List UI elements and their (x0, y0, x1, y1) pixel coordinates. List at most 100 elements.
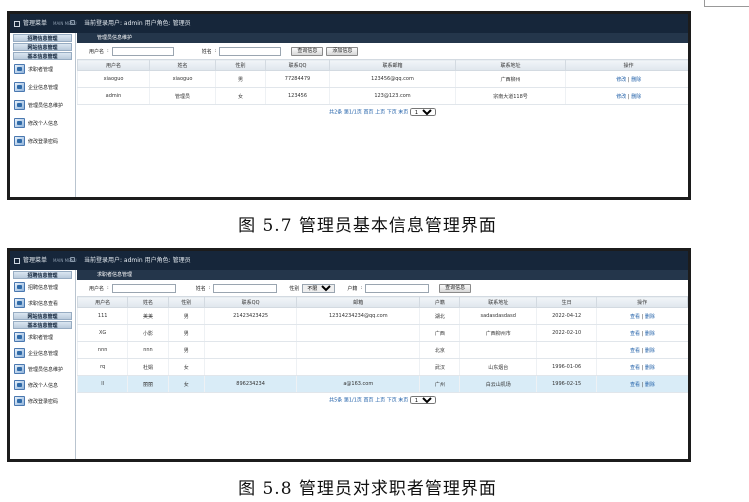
figure-caption: 图 5.8 管理员对求职者管理界面 (238, 479, 497, 499)
folder-icon (14, 298, 25, 308)
sidebar: 招聘信息管理 网站信息管理 基本信息管理 求职者管理 企业信息管理 管理员信息维… (10, 33, 76, 197)
view-link[interactable]: 查看 (630, 365, 640, 371)
table-row: nnn nnn 男 北京 查看 | 删除 (76, 341, 688, 359)
username-input[interactable] (111, 46, 174, 56)
delete-link[interactable]: 删除 (631, 94, 641, 100)
screenshot-admin-info: 管理菜单 MAIN MENU 当前登录用户: admin 用户角色: 管理员 招… (7, 11, 691, 200)
folder-icon (14, 364, 25, 374)
username-label: 用户名 (89, 285, 105, 292)
sidebar-head-recruit[interactable]: 招聘信息管理 (13, 271, 72, 279)
sidebar-head-recruit[interactable]: 招聘信息管理 (13, 34, 72, 42)
folder-icon (14, 118, 25, 128)
menu-title: 管理菜单 MAIN MENU (14, 14, 77, 33)
pager-text[interactable]: 共5条 第1/1页 首页 上页 下页 末页 (329, 398, 408, 404)
pager: 共2条 第1/1页 首页 上页 下页 末页 1 (77, 105, 688, 116)
sidebar-item-recruit-manage[interactable]: 招聘信息管理 (10, 279, 75, 295)
sidebar-item-profile[interactable]: 修改个人信息 (10, 114, 75, 132)
page-corner-mark (704, 0, 749, 7)
panel-title: 管理员信息维护 (77, 33, 688, 43)
name-input[interactable] (219, 46, 282, 56)
delete-link[interactable]: 删除 (645, 348, 655, 354)
folder-icon (14, 332, 25, 342)
add-button[interactable]: 添加信息 (326, 46, 359, 56)
window-icon (14, 20, 20, 27)
collapse-icon[interactable] (70, 20, 75, 25)
screenshot-jobseeker-manage: 管理菜单 MAIN MENU 当前登录用户: admin 用户角色: 管理员 招… (7, 248, 691, 462)
table-header-row: 用户名 姓名 性别 联系QQ 联系邮箱 联系地址 操作 (77, 59, 688, 71)
view-link[interactable]: 查看 (630, 348, 640, 354)
current-user-info: 当前登录用户: admin 用户角色: 管理员 (84, 257, 191, 264)
sidebar-item-jobseeker[interactable]: 求职者管理 (10, 329, 75, 345)
sidebar-item-jobseek-view[interactable]: 求职信息查看 (10, 295, 75, 311)
delete-link[interactable]: 删除 (631, 77, 641, 83)
menu-title: 管理菜单 MAIN MENU (14, 251, 77, 270)
window-icon (14, 257, 20, 264)
current-user-info: 当前登录用户: admin 用户角色: 管理员 (84, 20, 191, 27)
edit-link[interactable]: 修改 (616, 77, 626, 83)
table-header-row: 用户名 姓名 性别 联系QQ 邮箱 户籍 联系地址 生日 操作 (76, 296, 688, 308)
sidebar-item-admin[interactable]: 管理员信息维护 (10, 96, 75, 114)
query-button[interactable]: 查询信息 (291, 46, 324, 56)
query-button[interactable]: 查询信息 (439, 283, 472, 293)
folder-icon (14, 380, 25, 390)
view-link[interactable]: 查看 (630, 382, 640, 388)
folder-icon (14, 282, 25, 292)
sidebar-item-jobseeker[interactable]: 求职者管理 (10, 60, 75, 78)
sidebar-head-site[interactable]: 网站信息管理 (13, 43, 72, 51)
search-bar: 用户名: 姓名: 查询信息 添加信息 (77, 43, 688, 59)
sidebar-head-basic[interactable]: 基本信息管理 (13, 52, 72, 60)
document-page: 管理菜单 MAIN MENU 当前登录用户: admin 用户角色: 管理员 招… (0, 0, 749, 502)
folder-icon (14, 396, 25, 406)
sidebar-item-password[interactable]: 修改登录密码 (10, 132, 75, 150)
gender-label: 性别 (289, 285, 300, 292)
delete-link[interactable]: 删除 (645, 314, 655, 320)
sidebar-item-profile[interactable]: 修改个人信息 (10, 377, 75, 393)
folder-icon (14, 82, 25, 92)
page-select[interactable]: 1 (409, 396, 436, 404)
pager-text[interactable]: 共2条 第1/1页 首页 上页 下页 末页 (329, 110, 408, 116)
sidebar-item-password[interactable]: 修改登录密码 (10, 393, 75, 409)
folder-icon (14, 100, 25, 110)
delete-link[interactable]: 删除 (645, 382, 655, 388)
top-bar: 管理菜单 MAIN MENU 当前登录用户: admin 用户角色: 管理员 (10, 251, 688, 270)
panel-title: 求职者信息管理 (77, 270, 688, 280)
hukou-label: 户籍 (347, 285, 358, 292)
top-bar: 管理菜单 MAIN MENU 当前登录用户: admin 用户角色: 管理员 (10, 14, 688, 33)
sidebar-item-admin[interactable]: 管理员信息维护 (10, 361, 75, 377)
pager: 共5条 第1/1页 首页 上页 下页 末页 1 (77, 393, 688, 404)
table-row: xiaoguo xiaoguo 男 77284479 123456@qq.com… (77, 70, 688, 88)
table-row: admin 管理员 女 123456 123@123.com 宗南大道118号 … (77, 87, 688, 105)
sidebar-item-company[interactable]: 企业信息管理 (10, 345, 75, 361)
edit-link[interactable]: 修改 (616, 94, 626, 100)
username-input[interactable] (111, 283, 176, 293)
view-link[interactable]: 查看 (630, 331, 640, 337)
folder-icon (14, 136, 25, 146)
delete-link[interactable]: 删除 (645, 365, 655, 371)
delete-link[interactable]: 删除 (645, 331, 655, 337)
main-panel: 求职者信息管理 用户名: 姓名: 性别 不限 户籍: 查询信息 用户名 姓名 性… (76, 270, 688, 459)
hukou-input[interactable] (365, 283, 430, 293)
sidebar-item-company[interactable]: 企业信息管理 (10, 78, 75, 96)
sidebar: 招聘信息管理 招聘信息管理 求职信息查看 网站信息管理 基本信息管理 求职者管理… (10, 270, 76, 459)
name-input[interactable] (213, 283, 278, 293)
name-label: 姓名 (195, 285, 206, 292)
table-row: rq 杜娟 女 武汉 山东烟台 1996-01-06 查看 | 删除 (76, 358, 688, 376)
view-link[interactable]: 查看 (630, 314, 640, 320)
figure-caption: 图 5.7 管理员基本信息管理界面 (238, 216, 497, 236)
username-label: 用户名 (89, 48, 105, 55)
search-bar: 用户名: 姓名: 性别 不限 户籍: 查询信息 (77, 280, 688, 296)
name-label: 姓名 (201, 48, 212, 55)
folder-icon (14, 64, 25, 74)
table-row: 111 美美 男 21423423425 12314234234@qq.com … (76, 307, 688, 325)
gender-select[interactable]: 不限 (302, 283, 336, 293)
main-panel: 管理员信息维护 用户名: 姓名: 查询信息 添加信息 用户名 姓名 性别 联系Q… (77, 33, 688, 197)
page-select[interactable]: 1 (409, 108, 436, 116)
sidebar-head-basic[interactable]: 基本信息管理 (13, 321, 72, 329)
sidebar-head-site[interactable]: 网站信息管理 (13, 312, 72, 320)
admin-table: 用户名 姓名 性别 联系QQ 联系邮箱 联系地址 操作 xiaoguo xiao… (77, 59, 688, 105)
table-row: ll 丽丽 女 896234234 a@163.com 广州 白云山机场 199… (76, 375, 688, 393)
jobseeker-table: 用户名 姓名 性别 联系QQ 邮箱 户籍 联系地址 生日 操作 111 美美 男… (76, 296, 688, 393)
folder-icon (14, 348, 25, 358)
collapse-icon[interactable] (70, 257, 75, 262)
table-row: XG 小影 男 广西 广西柳州市 2022-02-10 查看 | 删除 (76, 324, 688, 342)
